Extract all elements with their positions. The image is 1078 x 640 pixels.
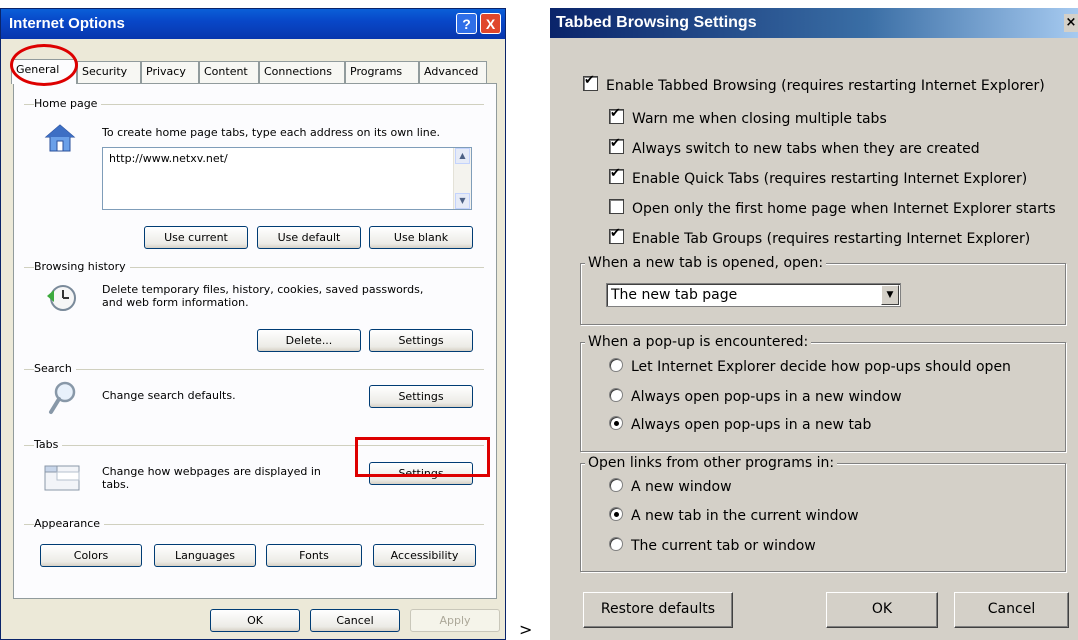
popup-new-window-radio[interactable]: Always open pop-ups in a new window xyxy=(609,388,902,405)
cancel-button[interactable]: Cancel xyxy=(954,592,1069,628)
use-default-button[interactable]: Use default xyxy=(257,226,361,249)
links-new-window-radio[interactable]: A new window xyxy=(609,478,732,495)
home-page-description: To create home page tabs, type each addr… xyxy=(102,126,441,139)
popup-ie-decide-radio[interactable]: Let Internet Explorer decide how pop-ups… xyxy=(609,358,1011,375)
tab-content[interactable]: Content xyxy=(199,61,259,83)
history-settings-button[interactable]: Settings xyxy=(369,329,473,352)
dialog-title: Internet Options xyxy=(9,15,125,32)
restore-defaults-button[interactable]: Restore defaults xyxy=(583,592,733,628)
checkbox-label: Enable Quick Tabs (requires restarting I… xyxy=(632,171,1028,187)
close-icon[interactable]: × xyxy=(1064,14,1078,32)
home-page-label: Home page xyxy=(34,97,102,110)
group-divider xyxy=(24,369,484,370)
radio-icon[interactable] xyxy=(609,358,623,372)
popup-new-tab-radio[interactable]: Always open pop-ups in a new tab xyxy=(609,416,871,433)
radio-label: Always open pop-ups in a new window xyxy=(631,389,902,405)
magnifier-icon xyxy=(49,381,76,414)
tabbed-browsing-dialog: Tabbed Browsing Settings × Enable Tabbed… xyxy=(549,8,1078,640)
radio-label: A new tab in the current window xyxy=(631,508,859,524)
radio-label: Let Internet Explorer decide how pop-ups… xyxy=(631,359,1011,375)
fonts-button[interactable]: Fonts xyxy=(266,544,362,567)
enable-tab-groups-checkbox[interactable]: Enable Tab Groups (requires restarting I… xyxy=(609,226,1031,247)
new-tab-legend: When a new tab is opened, open: xyxy=(585,255,827,271)
ok-button[interactable]: OK xyxy=(210,609,300,632)
radio-icon[interactable] xyxy=(609,388,623,402)
checkbox-icon[interactable] xyxy=(583,73,598,91)
dialog-title: Tabbed Browsing Settings xyxy=(556,14,757,31)
cancel-button[interactable]: Cancel xyxy=(310,609,400,632)
enable-quick-tabs-checkbox[interactable]: Enable Quick Tabs (requires restarting I… xyxy=(609,166,1028,187)
tab-advanced[interactable]: Advanced xyxy=(419,61,487,83)
switch-new-tabs-checkbox[interactable]: Always switch to new tabs when they are … xyxy=(609,136,980,157)
apply-button[interactable]: Apply xyxy=(410,609,500,632)
checkbox-label: Warn me when closing multiple tabs xyxy=(632,111,887,127)
radio-icon[interactable] xyxy=(609,507,623,521)
first-home-page-checkbox[interactable]: Open only the first home page when Inter… xyxy=(609,199,1056,217)
ok-button[interactable]: OK xyxy=(826,592,938,628)
help-button[interactable]: ? xyxy=(456,13,477,34)
accessibility-button[interactable]: Accessibility xyxy=(373,544,476,567)
colors-button[interactable]: Colors xyxy=(40,544,142,567)
title-bar[interactable]: Tabbed Browsing Settings × xyxy=(550,8,1078,38)
history-clock-icon xyxy=(47,285,76,311)
tabs-label: Tabs xyxy=(34,438,63,451)
tab-connections[interactable]: Connections xyxy=(259,61,345,83)
step-arrow: > xyxy=(519,620,533,639)
browsing-history-description-1: Delete temporary files, history, cookies… xyxy=(102,283,424,296)
tab-security[interactable]: Security xyxy=(77,61,141,83)
checkbox-label: Always switch to new tabs when they are … xyxy=(632,141,980,157)
scroll-down-arrow-icon[interactable]: ▼ xyxy=(455,193,470,209)
languages-button[interactable]: Languages xyxy=(154,544,256,567)
search-settings-button[interactable]: Settings xyxy=(369,385,473,408)
appearance-label: Appearance xyxy=(34,517,105,530)
links-current-tab-radio[interactable]: The current tab or window xyxy=(609,537,816,554)
internet-options-dialog: Internet Options ? X General Security Pr… xyxy=(0,8,506,640)
search-label: Search xyxy=(34,362,76,375)
tabs-window-icon xyxy=(44,465,80,491)
enable-tabbed-browsing-checkbox[interactable]: Enable Tabbed Browsing (requires restart… xyxy=(583,73,1045,94)
tabs-description-1: Change how webpages are displayed in xyxy=(102,465,321,478)
highlight-general-tab xyxy=(10,44,78,86)
checkbox-label: Enable Tab Groups (requires restarting I… xyxy=(632,231,1031,247)
new-tab-select[interactable]: The new tab page ▼ xyxy=(606,283,901,307)
checkbox-label: Open only the first home page when Inter… xyxy=(632,201,1056,217)
checkbox-icon[interactable] xyxy=(609,226,624,244)
tab-privacy[interactable]: Privacy xyxy=(141,61,199,83)
radio-label: A new window xyxy=(631,479,732,495)
delete-history-button[interactable]: Delete... xyxy=(257,329,361,352)
warn-closing-tabs-checkbox[interactable]: Warn me when closing multiple tabs xyxy=(609,106,887,127)
use-blank-button[interactable]: Use blank xyxy=(369,226,473,249)
new-tab-selected-value: The new tab page xyxy=(611,287,738,303)
tab-programs[interactable]: Programs xyxy=(345,61,419,83)
links-legend: Open links from other programs in: xyxy=(585,455,838,471)
popup-legend: When a pop-up is encountered: xyxy=(585,334,812,350)
radio-icon[interactable] xyxy=(609,537,623,551)
checkbox-icon[interactable] xyxy=(609,199,624,214)
title-bar[interactable]: Internet Options ? X xyxy=(1,9,505,39)
home-page-url: http://www.netxv.net/ xyxy=(109,152,228,165)
checkbox-label: Enable Tabbed Browsing (requires restart… xyxy=(606,78,1045,94)
home-page-url-field[interactable]: http://www.netxv.net/ ▲ ▼ xyxy=(102,147,472,210)
radio-label: The current tab or window xyxy=(631,538,816,554)
use-current-button[interactable]: Use current xyxy=(144,226,248,249)
browsing-history-description-2: and web form information. xyxy=(102,296,249,309)
url-scrollbar[interactable]: ▲ ▼ xyxy=(453,148,471,209)
scroll-up-arrow-icon[interactable]: ▲ xyxy=(455,148,470,164)
dropdown-arrow-icon[interactable]: ▼ xyxy=(881,285,899,305)
tabs-description-2: tabs. xyxy=(102,478,130,491)
house-icon xyxy=(44,124,76,152)
radio-icon[interactable] xyxy=(609,416,623,430)
radio-icon[interactable] xyxy=(609,478,623,492)
links-new-tab-radio[interactable]: A new tab in the current window xyxy=(609,507,859,524)
radio-label: Always open pop-ups in a new tab xyxy=(631,417,872,433)
checkbox-icon[interactable] xyxy=(609,166,624,184)
browsing-history-label: Browsing history xyxy=(34,260,130,273)
general-tab-panel: Home page To create home page tabs, type… xyxy=(13,83,497,599)
highlight-tabs-settings xyxy=(355,437,490,477)
search-description: Change search defaults. xyxy=(102,389,236,402)
checkbox-icon[interactable] xyxy=(609,136,624,154)
close-button[interactable]: X xyxy=(480,13,501,34)
checkbox-icon[interactable] xyxy=(609,106,624,124)
